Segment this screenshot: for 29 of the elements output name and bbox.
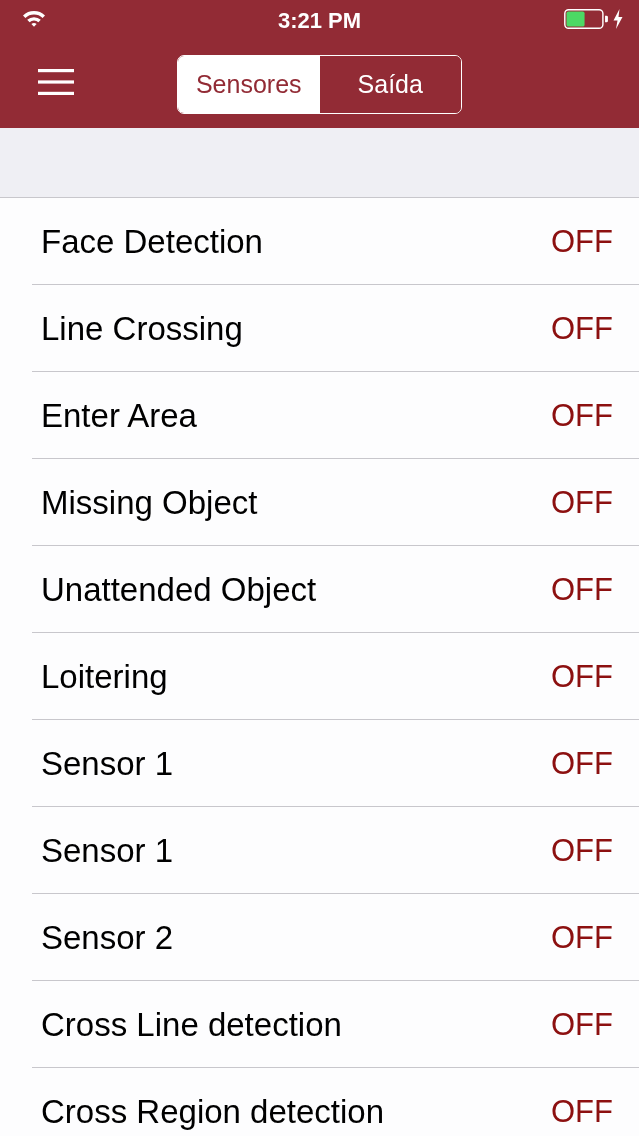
sensor-name: Loitering: [41, 659, 168, 695]
sensor-name: Line Crossing: [41, 311, 243, 347]
sensor-state: OFF: [551, 572, 613, 608]
menu-button[interactable]: [38, 69, 74, 95]
sensor-name: Unattended Object: [41, 572, 317, 608]
sensor-state: OFF: [551, 224, 613, 260]
sensor-state: OFF: [551, 1094, 613, 1130]
sensor-state: OFF: [551, 398, 613, 434]
sensor-name: Cross Region detection: [41, 1094, 385, 1130]
menu-icon: [38, 69, 74, 95]
sensor-name: Enter Area: [41, 398, 197, 434]
sensor-state: OFF: [551, 920, 613, 956]
sensor-name: Face Detection: [41, 224, 263, 260]
segment-tab[interactable]: Sensores: [178, 56, 320, 113]
status-time: 3:21 PM: [277, 8, 362, 34]
bolt-icon: [613, 9, 623, 29]
sensor-state: OFF: [551, 1007, 613, 1043]
sensor-state: OFF: [551, 833, 613, 869]
sensor-name: Sensor 1: [41, 833, 174, 869]
battery-icon: [564, 9, 608, 29]
wifi-icon: [22, 9, 46, 27]
sensor-state: OFF: [551, 659, 613, 695]
sensor-state: OFF: [551, 485, 613, 521]
sensor-name: Missing Object: [41, 485, 258, 521]
sensor-name: Sensor 2: [41, 920, 174, 956]
sensor-state: OFF: [551, 746, 613, 782]
sensor-state: OFF: [551, 311, 613, 347]
sensor-name: Sensor 1: [41, 746, 174, 782]
sensor-name: Cross Line detection: [41, 1007, 342, 1043]
